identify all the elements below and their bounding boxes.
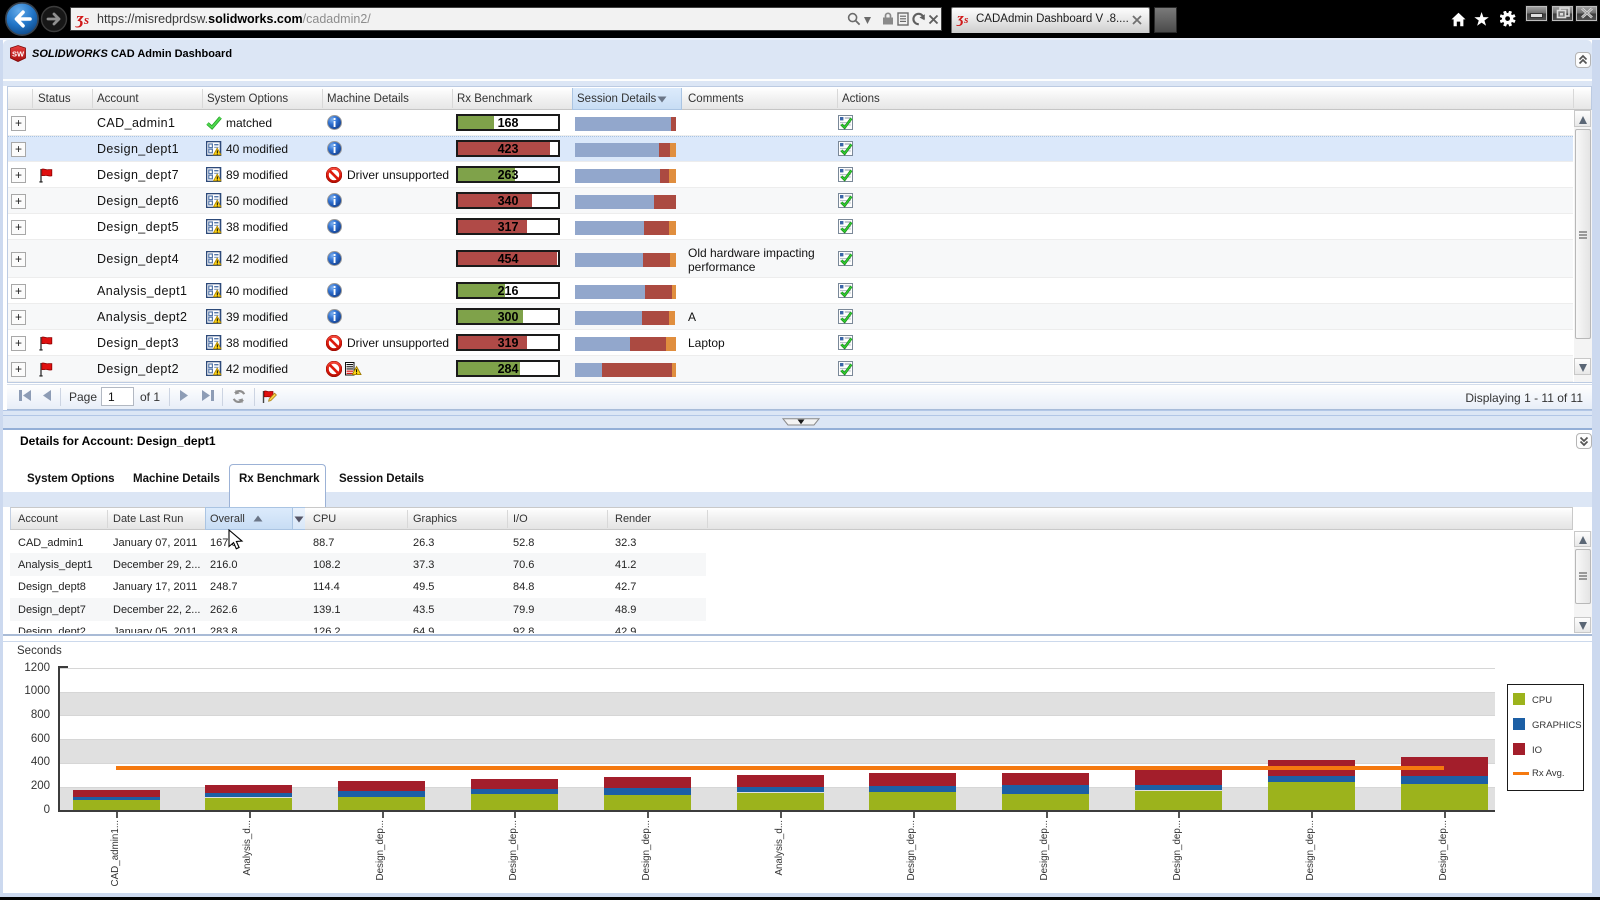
svg-text:SW: SW — [12, 50, 25, 59]
